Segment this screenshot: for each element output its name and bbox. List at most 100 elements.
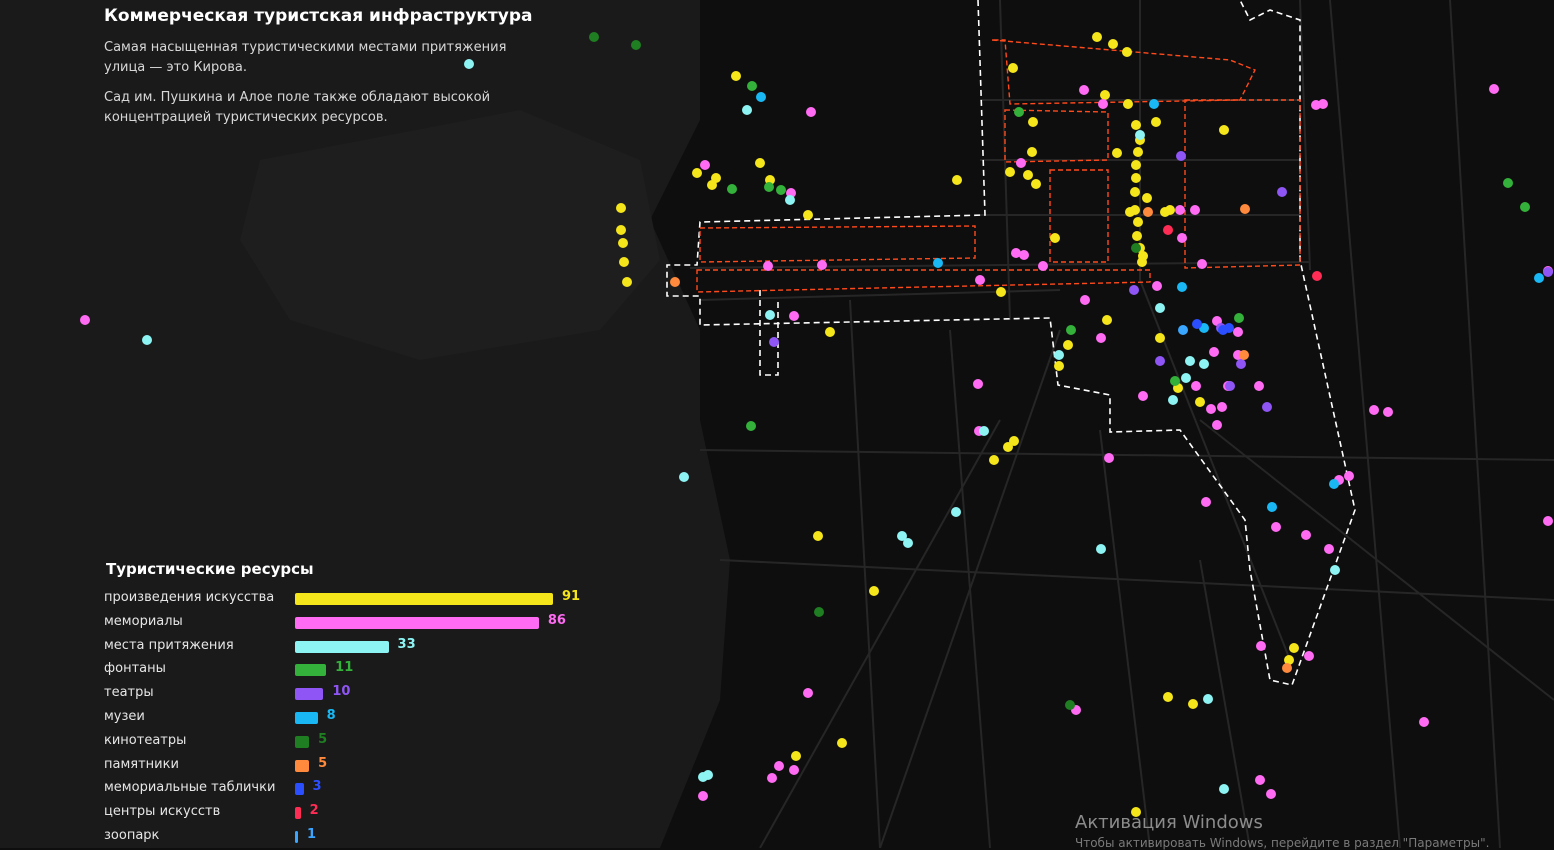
poi-marker[interactable] [1138, 251, 1148, 261]
poi-marker[interactable] [1131, 243, 1141, 253]
poi-marker[interactable] [1218, 325, 1228, 335]
poi-marker[interactable] [837, 738, 847, 748]
legend-row[interactable]: театры 10 [104, 683, 624, 707]
poi-marker[interactable] [1108, 39, 1118, 49]
poi-marker[interactable] [1192, 319, 1202, 329]
poi-marker[interactable] [973, 379, 983, 389]
poi-marker[interactable] [1003, 442, 1013, 452]
poi-marker[interactable] [700, 160, 710, 170]
poi-marker[interactable] [1178, 325, 1188, 335]
poi-marker[interactable] [765, 310, 775, 320]
poi-marker[interactable] [869, 586, 879, 596]
poi-marker[interactable] [1203, 694, 1213, 704]
poi-marker[interactable] [933, 258, 943, 268]
poi-marker[interactable] [692, 168, 702, 178]
poi-marker[interactable] [1330, 565, 1340, 575]
poi-marker[interactable] [711, 173, 721, 183]
poi-marker[interactable] [1096, 544, 1106, 554]
poi-marker[interactable] [1125, 207, 1135, 217]
poi-marker[interactable] [1155, 303, 1165, 313]
poi-marker[interactable] [616, 203, 626, 213]
poi-marker[interactable] [1170, 376, 1180, 386]
legend-row[interactable]: места притяжения 33 [104, 636, 624, 660]
poi-marker[interactable] [1177, 282, 1187, 292]
poi-marker[interactable] [1199, 359, 1209, 369]
poi-marker[interactable] [1016, 158, 1026, 168]
poi-marker[interactable] [698, 791, 708, 801]
poi-marker[interactable] [631, 40, 641, 50]
poi-marker[interactable] [1104, 453, 1114, 463]
poi-marker[interactable] [776, 185, 786, 195]
poi-marker[interactable] [703, 770, 713, 780]
poi-marker[interactable] [1014, 107, 1024, 117]
poi-marker[interactable] [952, 175, 962, 185]
poi-marker[interactable] [1190, 205, 1200, 215]
poi-marker[interactable] [789, 311, 799, 321]
poi-marker[interactable] [756, 92, 766, 102]
poi-marker[interactable] [1543, 267, 1553, 277]
poi-marker[interactable] [1271, 522, 1281, 532]
poi-marker[interactable] [1240, 204, 1250, 214]
legend-row[interactable]: мемориальные таблички 3 [104, 778, 624, 802]
poi-marker[interactable] [979, 426, 989, 436]
poi-marker[interactable] [731, 71, 741, 81]
poi-marker[interactable] [789, 765, 799, 775]
poi-marker[interactable] [1175, 205, 1185, 215]
poi-marker[interactable] [1123, 99, 1133, 109]
poi-marker[interactable] [1080, 295, 1090, 305]
legend-row[interactable]: фонтаны 11 [104, 659, 624, 683]
poi-marker[interactable] [1133, 147, 1143, 157]
poi-marker[interactable] [1054, 350, 1064, 360]
poi-marker[interactable] [1201, 497, 1211, 507]
poi-marker[interactable] [1219, 125, 1229, 135]
legend-row[interactable]: памятники 5 [104, 755, 624, 779]
poi-marker[interactable] [1185, 356, 1195, 366]
poi-marker[interactable] [1019, 250, 1029, 260]
poi-marker[interactable] [1100, 90, 1110, 100]
poi-marker[interactable] [1329, 479, 1339, 489]
poi-marker[interactable] [1234, 313, 1244, 323]
poi-marker[interactable] [1129, 285, 1139, 295]
poi-marker[interactable] [746, 421, 756, 431]
poi-marker[interactable] [1177, 233, 1187, 243]
poi-marker[interactable] [813, 531, 823, 541]
poi-marker[interactable] [803, 210, 813, 220]
poi-marker[interactable] [1311, 100, 1321, 110]
poi-marker[interactable] [80, 315, 90, 325]
poi-marker[interactable] [1122, 47, 1132, 57]
poi-marker[interactable] [1254, 381, 1264, 391]
poi-marker[interactable] [1096, 333, 1106, 343]
poi-marker[interactable] [996, 287, 1006, 297]
poi-marker[interactable] [1267, 502, 1277, 512]
poi-marker[interactable] [1063, 340, 1073, 350]
poi-marker[interactable] [767, 773, 777, 783]
poi-marker[interactable] [1419, 717, 1429, 727]
poi-marker[interactable] [1132, 231, 1142, 241]
poi-marker[interactable] [1383, 407, 1393, 417]
poi-marker[interactable] [1520, 202, 1530, 212]
poi-marker[interactable] [1219, 784, 1229, 794]
poi-marker[interactable] [1217, 402, 1227, 412]
poi-marker[interactable] [1212, 420, 1222, 430]
poi-marker[interactable] [1197, 259, 1207, 269]
poi-marker[interactable] [763, 261, 773, 271]
poi-marker[interactable] [1233, 327, 1243, 337]
poi-marker[interactable] [1304, 651, 1314, 661]
poi-marker[interactable] [1023, 170, 1033, 180]
poi-marker[interactable] [727, 184, 737, 194]
poi-marker[interactable] [1165, 205, 1175, 215]
poi-marker[interactable] [1130, 187, 1140, 197]
poi-marker[interactable] [1503, 178, 1513, 188]
poi-marker[interactable] [1152, 281, 1162, 291]
poi-marker[interactable] [1038, 261, 1048, 271]
poi-marker[interactable] [1188, 699, 1198, 709]
legend-row[interactable]: кинотеатры 5 [104, 731, 624, 755]
poi-marker[interactable] [1133, 217, 1143, 227]
poi-marker[interactable] [1142, 193, 1152, 203]
poi-marker[interactable] [755, 158, 765, 168]
poi-marker[interactable] [1131, 120, 1141, 130]
poi-marker[interactable] [1028, 117, 1038, 127]
poi-marker[interactable] [1344, 471, 1354, 481]
poi-marker[interactable] [1092, 32, 1102, 42]
legend-row[interactable]: произведения искусства 91 [104, 588, 624, 612]
